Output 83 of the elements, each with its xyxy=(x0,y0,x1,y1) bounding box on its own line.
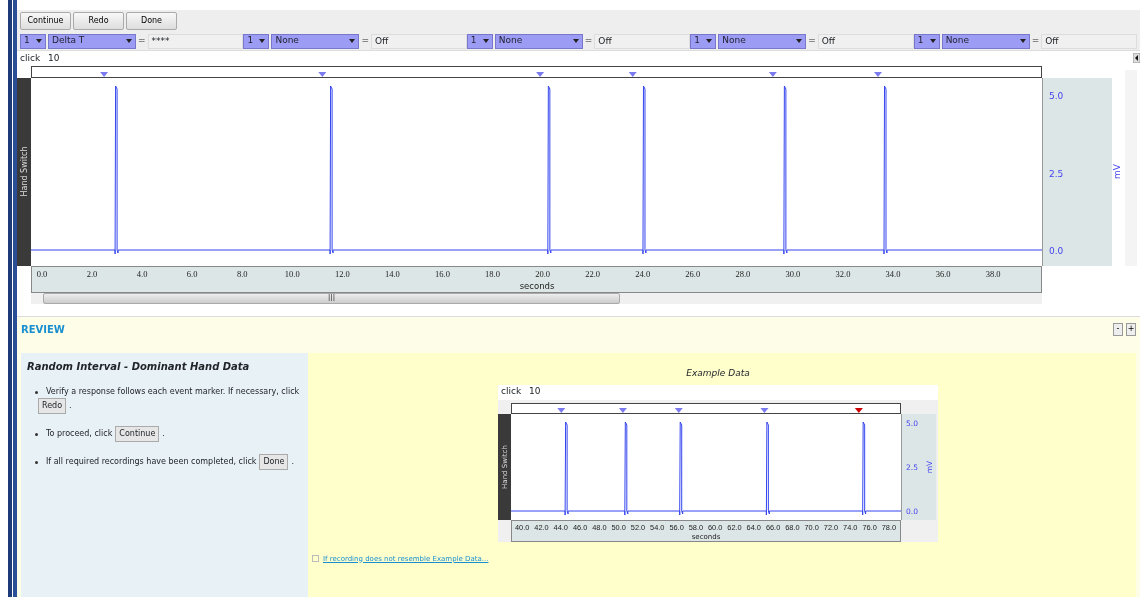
x-axis-label: 26.0 xyxy=(685,269,701,279)
y-axis-label: 0.0 xyxy=(1049,246,1064,256)
x-axis-label: 6.0 xyxy=(186,269,198,279)
caret-icon xyxy=(929,39,936,43)
instruction-text: . xyxy=(69,400,72,412)
axis-title: seconds xyxy=(519,281,555,291)
collapse-button[interactable]: - xyxy=(1113,322,1123,336)
x-axis-label: 36.0 xyxy=(935,269,951,279)
dropdown[interactable]: 1 xyxy=(243,33,270,49)
bullet-icon xyxy=(35,390,38,394)
caret-icon xyxy=(349,39,356,43)
x-axis-label: 28.0 xyxy=(735,269,751,279)
dropdown[interactable]: 1 xyxy=(20,33,46,49)
y-axis-label: 2.5 xyxy=(1049,169,1064,179)
dropdown[interactable]: 1 xyxy=(466,33,493,49)
dropdown[interactable]: None xyxy=(271,33,360,49)
caret-icon xyxy=(706,39,713,43)
caret-icon xyxy=(482,39,489,43)
inline-button[interactable]: Done xyxy=(259,454,289,470)
caret-icon xyxy=(36,39,42,43)
x-axis-label: 30.0 xyxy=(785,269,801,279)
panel-title: Random Interval - Dominant Hand Data xyxy=(27,360,251,374)
dropdown[interactable]: None xyxy=(941,33,1030,49)
channel-value: 10 xyxy=(529,385,541,399)
value-field: **** xyxy=(147,33,244,49)
inline-button[interactable]: Continue xyxy=(115,426,160,442)
x-axis-label: 24.0 xyxy=(635,269,651,279)
example-title: Example Data xyxy=(685,367,751,380)
value-field: Off xyxy=(1041,33,1138,49)
x-axis-label: 8.0 xyxy=(236,269,248,279)
x-axis-label: 14.0 xyxy=(385,269,400,279)
toolbar-button[interactable]: Redo xyxy=(73,12,124,30)
equals-sign: = xyxy=(808,34,816,48)
toolbar-button[interactable]: Done xyxy=(126,12,177,30)
x-axis-label: 18.0 xyxy=(485,269,500,279)
x-axis-label: 34.0 xyxy=(885,269,901,279)
caret-icon xyxy=(126,39,132,43)
equals-sign: = xyxy=(1031,34,1040,48)
x-axis-label: 22.0 xyxy=(585,269,601,279)
value-field: Off xyxy=(594,33,691,49)
bullet-icon xyxy=(35,432,38,436)
scrollbar-thumb[interactable]: III xyxy=(43,293,620,304)
equals-sign: = xyxy=(138,34,146,48)
value-field: Off xyxy=(817,33,914,49)
dropdown[interactable]: None xyxy=(718,33,807,49)
instruction-text: To proceed, click xyxy=(46,428,113,440)
expand-icon[interactable] xyxy=(312,555,319,563)
y-axis-label: 5.0 xyxy=(1049,91,1064,101)
instruction-text: . xyxy=(291,456,294,468)
inline-button[interactable]: Redo xyxy=(38,398,67,414)
dropdown[interactable]: None xyxy=(494,33,583,49)
value-field: Off xyxy=(370,33,467,49)
x-axis-label: 38.0 xyxy=(985,269,1001,279)
x-axis-label: 2.0 xyxy=(86,269,98,279)
dropdown[interactable]: 1 xyxy=(690,33,717,49)
caret-icon xyxy=(796,39,803,43)
equals-sign: = xyxy=(584,34,593,48)
instruction-text: If all required recordings have been completed, click xyxy=(46,456,257,468)
expand-button[interactable]: + xyxy=(1126,322,1136,336)
bullet-icon xyxy=(35,460,38,464)
x-axis-label: 12.0 xyxy=(334,269,350,279)
x-axis-label: 20.0 xyxy=(535,269,551,279)
instruction-text: Verify a response follows each event marker. If necessary, click xyxy=(46,386,300,398)
caret-icon xyxy=(1019,39,1026,43)
toolbar-button[interactable]: Continue xyxy=(20,12,71,30)
scroll-left-icon xyxy=(1133,53,1140,63)
channel-value: 10 xyxy=(48,51,60,65)
dropdown[interactable]: Delta T xyxy=(48,33,136,49)
x-axis-label: 0.0 xyxy=(36,269,48,279)
equals-sign: = xyxy=(361,34,369,48)
x-axis-label: 10.0 xyxy=(284,269,300,279)
channel-name: Hand Switch xyxy=(19,146,29,197)
x-axis-label: 32.0 xyxy=(835,269,851,279)
x-axis-label: 16.0 xyxy=(435,269,450,279)
instruction-text: . xyxy=(162,428,165,440)
section-title: REVIEW xyxy=(21,322,65,337)
caret-icon xyxy=(259,39,266,43)
unit-label: mV xyxy=(1112,164,1122,179)
channel-label: click xyxy=(501,385,522,399)
caret-icon xyxy=(572,39,579,43)
channel-label: click xyxy=(20,51,41,65)
x-axis-label: 4.0 xyxy=(136,269,148,279)
dropdown[interactable]: 1 xyxy=(913,33,940,49)
